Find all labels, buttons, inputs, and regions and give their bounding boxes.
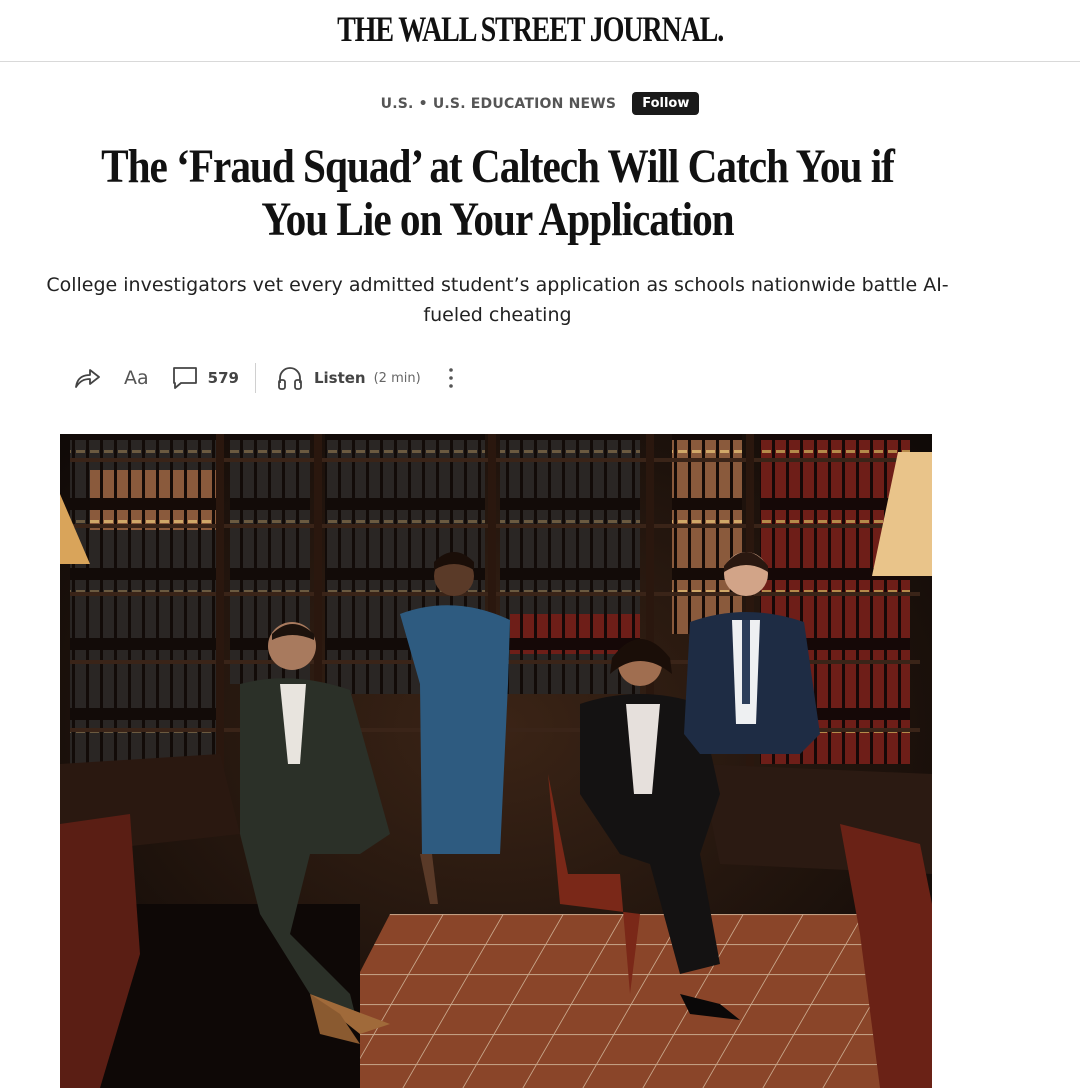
follow-button[interactable]: Follow	[632, 92, 700, 115]
breadcrumb[interactable]: U.S. • U.S. EDUCATION NEWS	[381, 96, 617, 112]
wsj-logo[interactable]: THE WALL STREET JOURNAL.	[109, 8, 951, 50]
masthead: THE WALL STREET JOURNAL.	[0, 0, 1080, 62]
comment-icon	[172, 367, 197, 389]
article-headline: The ‘Fraud Squad’ at Caltech Will Catch …	[20, 140, 975, 246]
more-options-button[interactable]	[447, 366, 455, 390]
article-dek: College investigators vet every admitted…	[46, 274, 949, 326]
share-arrow-icon	[75, 369, 100, 388]
comments-button[interactable]: 579	[171, 365, 239, 391]
comment-count: 579	[207, 369, 239, 387]
listen-duration: (2 min)	[373, 370, 421, 386]
listen-button[interactable]: Listen (2 min)	[276, 365, 421, 391]
section-row: U.S. • U.S. EDUCATION NEWS Follow	[0, 92, 1080, 115]
library-group-photo	[60, 434, 932, 1088]
listen-label: Listen	[313, 369, 366, 387]
article-toolbar: Aa 579 Listen (2 min)	[72, 362, 455, 394]
headphones-icon	[278, 367, 302, 390]
headline-text: The ‘Fraud Squad’ at Caltech Will Catch …	[101, 140, 895, 246]
text-size-button[interactable]: Aa	[124, 367, 149, 389]
toolbar-divider	[254, 363, 256, 393]
hero-photo[interactable]	[60, 434, 932, 1088]
share-button[interactable]	[72, 365, 102, 391]
more-vertical-icon	[448, 368, 453, 388]
